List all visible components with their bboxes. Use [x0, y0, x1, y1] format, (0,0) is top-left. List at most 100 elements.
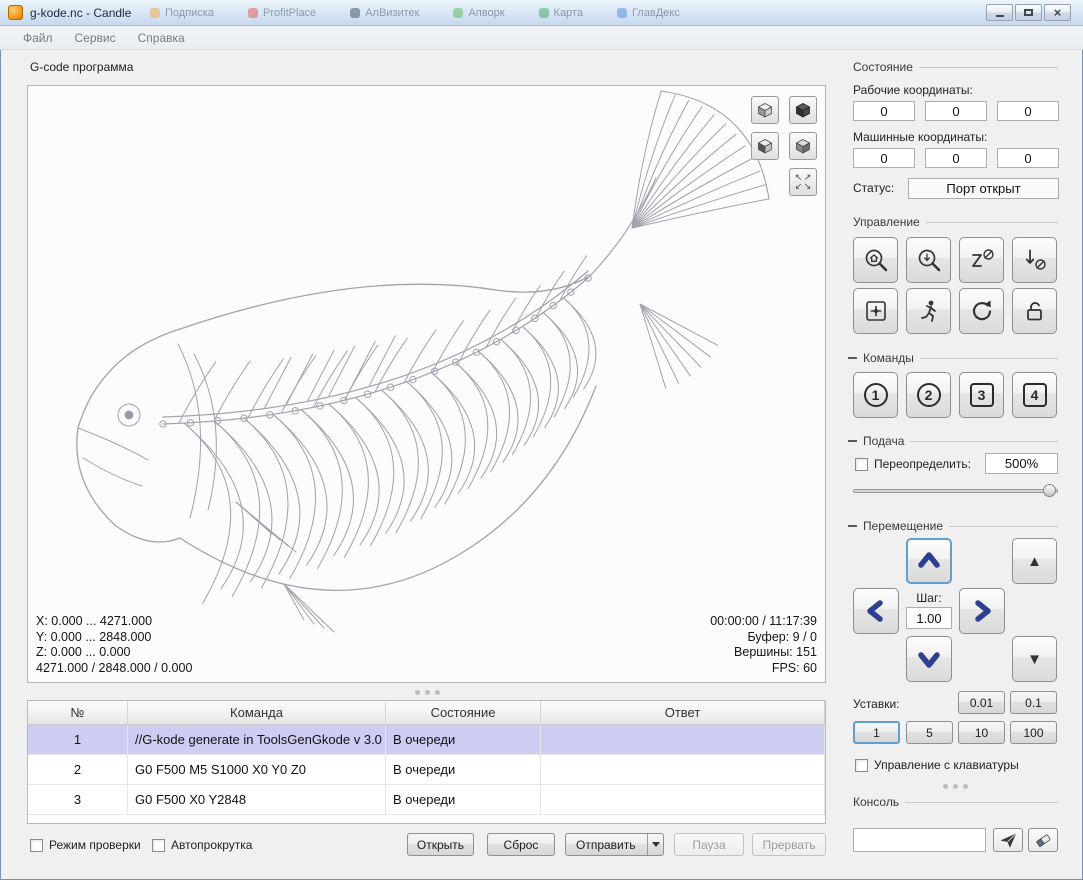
- checkbox-box: [855, 759, 868, 772]
- toolpath-viewport[interactable]: ↖↗ ↙↘ X: 0.000 ... 4271.000 Y: 0.000 ...…: [27, 85, 826, 683]
- check-mode-checkbox[interactable]: Режим проверки: [30, 838, 141, 852]
- candle-window: g-kode.nc - Candle Подписка ProfitPlace …: [0, 0, 1083, 880]
- machine-y-field: 0: [925, 148, 987, 168]
- zero-xy-button[interactable]: [853, 288, 898, 334]
- user-command-1-button[interactable]: 1: [853, 372, 898, 418]
- abort-button[interactable]: Прервать: [752, 833, 826, 856]
- cube-icon: [757, 138, 773, 154]
- reset-button[interactable]: Сброс: [487, 833, 555, 856]
- feed-override-slider[interactable]: [853, 483, 1058, 498]
- step-label: Шаг:: [906, 591, 952, 605]
- window-titlebar: g-kode.nc - Candle Подписка ProfitPlace …: [0, 0, 1083, 26]
- maximize-button[interactable]: [1015, 4, 1042, 21]
- jog-x-plus-button[interactable]: [959, 588, 1005, 634]
- checkbox-box: [855, 458, 868, 471]
- feed-override-checkbox[interactable]: Переопределить:: [855, 457, 971, 471]
- preset-5-button[interactable]: 5: [906, 721, 953, 744]
- step-value-field[interactable]: 1.00: [906, 607, 952, 629]
- expand-arrows-icon: ↖↗ ↙↘: [794, 173, 812, 191]
- preset-0.1-button[interactable]: 0.1: [1010, 691, 1057, 714]
- send-dropdown-button[interactable]: [647, 834, 663, 855]
- close-button[interactable]: ×: [1044, 4, 1071, 21]
- collapse-toggle[interactable]: [848, 357, 857, 359]
- chevron-right-icon: [967, 596, 997, 626]
- preset-100-button[interactable]: 100: [1010, 721, 1057, 744]
- autoscroll-checkbox[interactable]: Автопрокрутка: [152, 838, 252, 852]
- status-value-field: Порт открыт: [908, 178, 1059, 199]
- triangle-up-icon: ▲: [1027, 553, 1042, 570]
- send-button[interactable]: Отправить: [565, 833, 664, 856]
- jog-y-plus-button[interactable]: [906, 538, 952, 584]
- feed-override-field[interactable]: 500%: [985, 453, 1058, 474]
- z-probe-button[interactable]: [1012, 237, 1057, 283]
- eraser-icon: [1034, 831, 1052, 849]
- menu-bar: Файл Сервис Справка: [0, 26, 1083, 50]
- bookmark-item: Апворк: [453, 7, 504, 19]
- minimize-button[interactable]: [986, 4, 1013, 21]
- menu-file[interactable]: Файл: [16, 28, 60, 48]
- command-table[interactable]: № Команда Состояние Ответ 1 //G-kode gen…: [27, 700, 826, 824]
- jog-z-minus-button[interactable]: ▼: [1012, 636, 1057, 682]
- table-row[interactable]: 3 G0 F500 X0 Y2848 В очереди: [28, 785, 825, 815]
- zsafe-search-button[interactable]: [906, 237, 951, 283]
- view-side-button[interactable]: [789, 132, 817, 160]
- jog-z-plus-button[interactable]: ▲: [1012, 538, 1057, 584]
- chevron-left-icon: [861, 596, 891, 626]
- bookmark-label: Подписка: [165, 7, 214, 19]
- work-x-field: 0: [853, 101, 915, 121]
- keyboard-control-checkbox[interactable]: Управление с клавиатуры: [855, 758, 1019, 772]
- search-home-icon: [863, 247, 889, 273]
- console-clear-button[interactable]: [1028, 828, 1058, 852]
- reset-cycle-button[interactable]: [959, 288, 1004, 334]
- menu-help[interactable]: Справка: [131, 28, 192, 48]
- console-send-button[interactable]: [993, 828, 1023, 852]
- view-isometric-button[interactable]: [789, 96, 817, 124]
- minimize-icon: [996, 15, 1004, 17]
- toolpath-extents-readout: X: 0.000 ... 4271.000 Y: 0.000 ... 2848.…: [36, 614, 192, 676]
- bookmark-item: Подписка: [150, 7, 214, 19]
- table-row[interactable]: 1 //G-kode generate in ToolsGenGkode v 3…: [28, 725, 825, 755]
- triangle-down-icon: ▼: [1027, 651, 1042, 668]
- state-group-header: Состояние: [853, 60, 1058, 74]
- running-man-icon: [916, 298, 942, 324]
- gcode-toolpath-drawing: [28, 86, 825, 682]
- pause-button[interactable]: Пауза: [674, 833, 744, 856]
- collapse-toggle[interactable]: [848, 525, 857, 527]
- bookmark-favicon: [350, 8, 360, 18]
- user-command-2-button[interactable]: 2: [906, 372, 951, 418]
- console-splitter-handle[interactable]: [932, 784, 978, 789]
- safe-position-button[interactable]: [906, 288, 951, 334]
- unlock-button[interactable]: [1012, 288, 1057, 334]
- horizontal-splitter-handle[interactable]: [404, 690, 450, 695]
- preset-1-button[interactable]: 1: [853, 721, 900, 744]
- feed-group-header: Подача: [848, 434, 1058, 448]
- console-input[interactable]: [853, 828, 986, 852]
- view-front-button[interactable]: [751, 132, 779, 160]
- bookmark-favicon: [453, 8, 463, 18]
- menu-service[interactable]: Сервис: [68, 28, 123, 48]
- user-command-4-button[interactable]: 4: [1012, 372, 1057, 418]
- collapse-toggle[interactable]: [848, 440, 857, 442]
- fit-view-button[interactable]: ↖↗ ↙↘: [789, 168, 817, 196]
- slider-handle[interactable]: [1043, 484, 1056, 497]
- window-title: g-kode.nc - Candle: [30, 6, 131, 20]
- jog-y-minus-button[interactable]: [906, 636, 952, 682]
- home-button[interactable]: [853, 237, 898, 283]
- preset-0.01-button[interactable]: 0.01: [958, 691, 1005, 714]
- open-button[interactable]: Открыть: [407, 833, 474, 856]
- cube-icon: [757, 102, 773, 118]
- col-header-num: №: [28, 701, 128, 724]
- col-header-command: Команда: [128, 701, 386, 724]
- bookmark-item: ProfitPlace: [248, 7, 316, 19]
- zero-z-icon: [969, 247, 995, 273]
- table-header: № Команда Состояние Ответ: [28, 701, 825, 725]
- jog-x-minus-button[interactable]: [853, 588, 899, 634]
- paper-plane-icon: [1000, 832, 1017, 849]
- machine-coords-label: Машинные координаты:: [853, 130, 987, 144]
- user-command-3-button[interactable]: 3: [959, 372, 1004, 418]
- view-top-button[interactable]: [751, 96, 779, 124]
- table-row[interactable]: 2 G0 F500 M5 S1000 X0 Y0 Z0 В очереди: [28, 755, 825, 785]
- zero-z-button[interactable]: [959, 237, 1004, 283]
- chevron-down-icon: [914, 644, 944, 674]
- preset-10-button[interactable]: 10: [958, 721, 1005, 744]
